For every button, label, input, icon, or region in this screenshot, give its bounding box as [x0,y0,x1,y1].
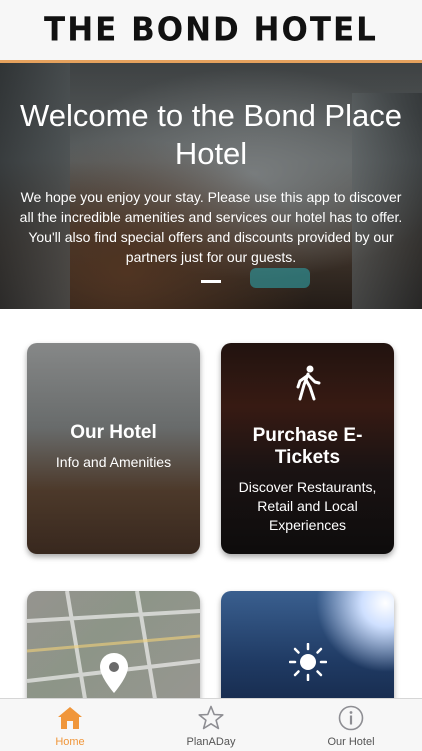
hero-title: Welcome to the Bond Place Hotel [20,98,402,171]
star-icon [198,705,224,730]
map-background [27,591,200,711]
tab-label: PlanADay [186,736,236,748]
tab-label: Our Hotel [327,736,375,748]
hero-background-detail [250,268,310,288]
card-subtitle: Info and Amenities [55,454,172,470]
sun-icon [289,643,327,681]
location-pin-icon [100,653,128,693]
card-subtitle: Discover Restaurants, Retail and Local E… [238,479,377,533]
hero-description: We hope you enjoy your stay. Please use … [19,189,403,265]
tab-label: Home [55,736,85,748]
card-title: Purchase E-Tickets [252,425,363,468]
tab-home[interactable]: Home [0,699,140,751]
tab-planaday[interactable]: PlanADay [141,699,281,751]
app-header: THE BOND HOTEL [0,0,422,63]
tab-our-hotel[interactable]: Our Hotel [281,699,421,751]
walking-person-icon [296,365,321,401]
home-icon [58,707,82,729]
our-hotel-card[interactable]: Our Hotel Info and Amenities [27,343,200,554]
hero-divider [201,280,221,283]
tab-bar: Home PlanADay Our Hotel [0,698,422,751]
info-icon [338,705,364,731]
map-card[interactable] [27,591,200,711]
weather-card[interactable] [221,591,394,711]
brand-title: THE BOND HOTEL [44,11,378,49]
card-title: Our Hotel [70,422,157,443]
welcome-hero: Welcome to the Bond Place Hotel We hope … [0,63,422,309]
purchase-tickets-card[interactable]: Purchase E-Tickets Discover Restaurants,… [221,343,394,554]
